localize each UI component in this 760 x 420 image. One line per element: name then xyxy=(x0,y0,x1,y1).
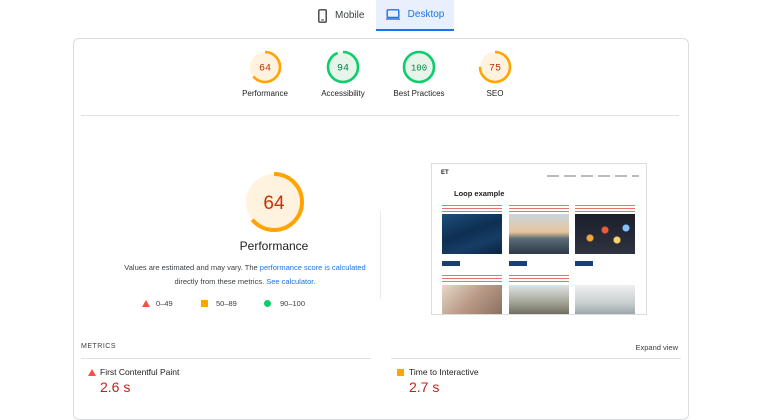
metric-fcp-name: First Contentful Paint xyxy=(100,367,180,377)
performance-gauge: 64 Performance xyxy=(184,169,364,253)
note-prefix: Values are estimated and may vary. The xyxy=(124,263,258,272)
gauge-seo-ring: 75 xyxy=(478,50,512,84)
screenshot-brand: ET xyxy=(441,170,449,176)
triangle-fail-icon xyxy=(88,369,96,376)
see-calculator-link[interactable]: See calculator. xyxy=(266,277,315,286)
metric-tti-name-row: Time to Interactive xyxy=(393,367,479,377)
legend-pass: 90–100 xyxy=(280,299,306,308)
score-legend: 0–49 50–89 90–100 xyxy=(140,297,360,311)
screenshot-button xyxy=(509,261,527,266)
gauge-seo-score: 75 xyxy=(489,64,501,75)
screenshot-caption xyxy=(509,275,569,282)
gauge-performance-ring: 64 xyxy=(248,50,282,84)
gauge-seo[interactable]: 75 SEO xyxy=(455,49,535,98)
square-average-icon xyxy=(397,369,404,376)
page-screenshot[interactable]: ET Loop example xyxy=(431,163,647,315)
screenshot-caption xyxy=(442,275,502,282)
metric-divider xyxy=(81,358,371,359)
gauge-performance[interactable]: 64 Performance xyxy=(225,49,305,98)
screenshot-caption xyxy=(575,205,635,212)
metric-tti: Time to Interactive 2.7 s xyxy=(393,367,479,395)
vertical-divider xyxy=(380,211,381,299)
screenshot-image-snow xyxy=(575,285,635,314)
square-average-icon xyxy=(201,300,208,307)
gauge-best-practices[interactable]: 100 Best Practices xyxy=(379,49,459,98)
screenshot-caption xyxy=(509,205,569,212)
tab-mobile-label: Mobile xyxy=(335,10,365,21)
legend-fail: 0–49 xyxy=(156,299,173,308)
tab-desktop-label: Desktop xyxy=(407,9,445,20)
screenshot-heading: Loop example xyxy=(454,189,505,198)
tab-mobile[interactable]: Mobile xyxy=(312,0,380,31)
metric-tti-value: 2.7 s xyxy=(409,379,440,395)
expand-view-toggle[interactable]: Expand view xyxy=(635,343,678,352)
gauge-accessibility-label: Accessibility xyxy=(321,89,365,98)
performance-title: Performance xyxy=(239,239,309,253)
report-card: 64 Performance 94 Accessibility 100 Best… xyxy=(73,38,689,420)
score-calculated-link[interactable]: performance score is calculated xyxy=(260,263,366,272)
gauge-accessibility-ring: 94 xyxy=(326,50,360,84)
screenshot-image-mist xyxy=(509,285,569,314)
metric-fcp-name-row: First Contentful Paint xyxy=(84,367,179,377)
device-tabs: Mobile Desktop xyxy=(0,0,760,32)
performance-note: Values are estimated and may vary. The p… xyxy=(94,261,396,289)
gauge-performance-label: Performance xyxy=(242,89,288,98)
circle-pass-icon xyxy=(264,300,271,307)
screenshot-button xyxy=(575,261,593,266)
triangle-fail-icon xyxy=(142,300,150,307)
monitor-icon xyxy=(385,9,400,20)
gauge-accessibility-score: 94 xyxy=(337,64,349,75)
performance-gauge-ring: 64 xyxy=(244,172,304,232)
gauge-best-practices-label: Best Practices xyxy=(393,89,445,98)
gauge-accessibility[interactable]: 94 Accessibility xyxy=(303,49,383,98)
tab-desktop[interactable]: Desktop xyxy=(376,0,454,31)
phone-icon xyxy=(318,8,327,23)
screenshot-button xyxy=(442,261,460,266)
divider xyxy=(81,115,679,116)
gauge-seo-label: SEO xyxy=(486,89,504,98)
metrics-header: METRICS xyxy=(81,343,116,350)
gauge-best-practices-ring: 100 xyxy=(402,50,436,84)
screenshot-image-ocean xyxy=(442,214,502,254)
screenshot-image-lights xyxy=(575,214,635,254)
performance-score: 64 xyxy=(263,193,285,214)
metric-tti-name: Time to Interactive xyxy=(409,367,479,377)
legend-average: 50–89 xyxy=(216,299,237,308)
metric-divider xyxy=(391,358,681,359)
metric-fcp: First Contentful Paint 2.6 s xyxy=(84,367,179,395)
screenshot-caption xyxy=(442,205,502,212)
gauge-best-practices-score: 100 xyxy=(411,64,427,74)
screenshot-nav xyxy=(547,175,639,177)
screenshot-image-hand xyxy=(442,285,502,314)
screenshot-image-shore xyxy=(509,214,569,254)
note-mid: directly from these metrics. xyxy=(174,277,265,286)
summary-gauges: 64 Performance 94 Accessibility 100 Best… xyxy=(74,49,688,115)
metric-fcp-value: 2.6 s xyxy=(100,379,131,395)
gauge-performance-score: 64 xyxy=(259,64,271,75)
